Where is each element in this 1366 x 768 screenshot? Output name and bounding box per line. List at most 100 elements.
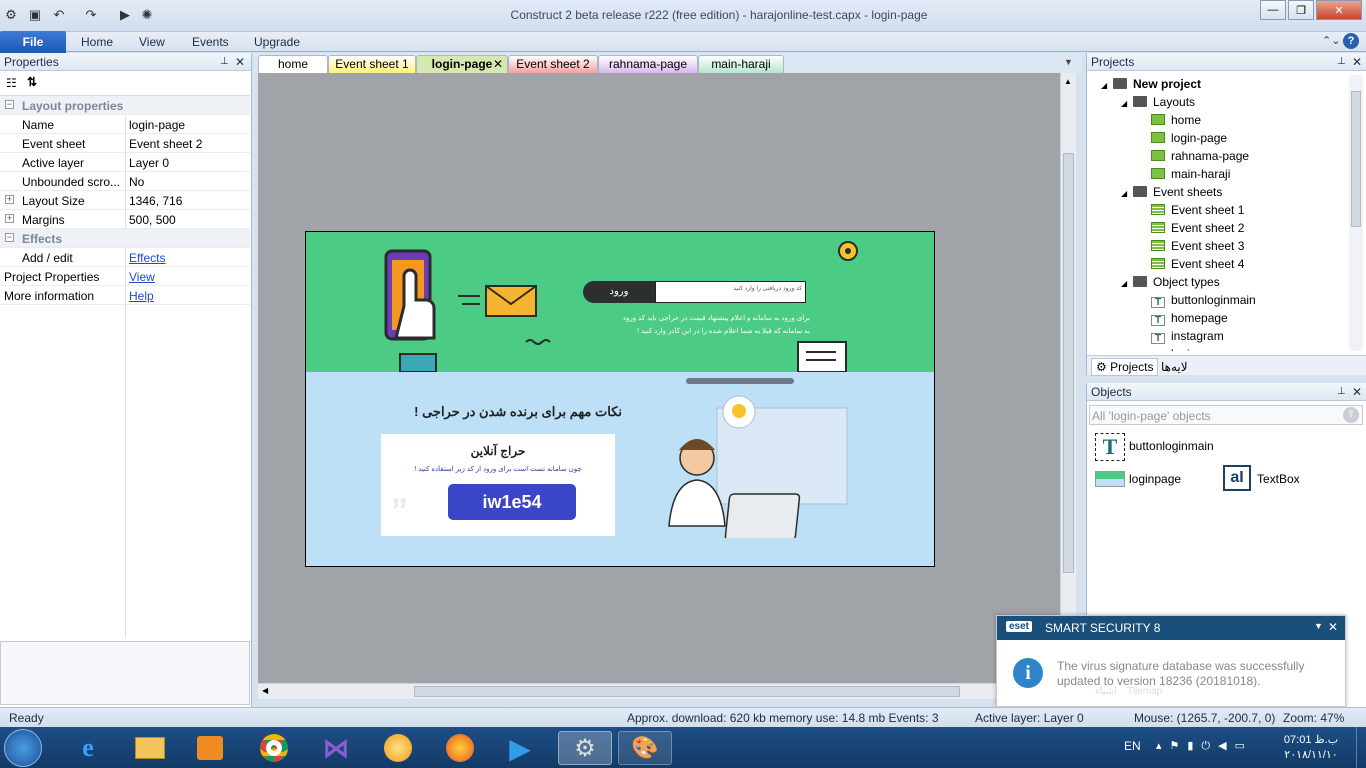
tree-item[interactable]: home (1101, 111, 1349, 129)
file-menu-button[interactable]: File (0, 31, 66, 53)
vertical-scroll-thumb[interactable] (1063, 153, 1074, 573)
maximize-button[interactable]: ❐ (1288, 0, 1314, 20)
ribbon-collapse-icon[interactable]: ⌃⌄ (1322, 34, 1340, 47)
tree-item[interactable]: Event sheet 3 (1101, 237, 1349, 255)
clock[interactable]: 07:01 ب.ظ ۲۰۱۸/۱۱/۱۰ (1276, 733, 1346, 763)
close-panel-icon[interactable]: ✕ (235, 53, 245, 71)
tree-folder[interactable]: ◢ Event sheets (1101, 183, 1349, 201)
tab-view[interactable]: View (139, 32, 165, 52)
expanded-arrow-icon[interactable]: ◢ (1121, 185, 1133, 203)
loginpage-sprite[interactable]: ورود کد ورود دریافتی را وارد کنید برای و… (306, 232, 934, 372)
tree-item[interactable]: Event sheet 4 (1101, 255, 1349, 273)
tab-event-sheet-1[interactable]: Event sheet 1 (328, 55, 416, 73)
object-loginpage[interactable]: loginpage (1129, 472, 1181, 486)
redo-icon[interactable]: ↷ (82, 6, 100, 24)
ie-icon[interactable]: e (66, 731, 110, 765)
property-row[interactable]: Add / edit Effects (0, 248, 250, 267)
expand-icon[interactable]: + (5, 214, 14, 223)
pin-icon[interactable]: ⊥ (1337, 53, 1346, 71)
property-row[interactable]: Unbounded scro... No (0, 172, 250, 191)
tray-icons[interactable]: ▴⚑▮⏻◀▭ (1156, 739, 1253, 753)
property-link[interactable]: Help (129, 289, 249, 303)
eset-notification[interactable]: eset SMART SECURITY 8 ▼ ✕ i The virus si… (996, 615, 1346, 707)
help-icon[interactable]: ? (1343, 33, 1359, 49)
sort-az-icon[interactable]: ⇅ (27, 75, 37, 89)
tree-item[interactable]: login-page (1101, 129, 1349, 147)
app-gear-icon[interactable]: ⚙ (2, 6, 20, 24)
expanded-arrow-icon[interactable]: ◢ (1121, 275, 1133, 293)
object-textbox[interactable]: TextBox (1257, 472, 1300, 486)
textbox-object-icon[interactable]: aI (1223, 465, 1251, 491)
tree-item[interactable]: Event sheet 1 (1101, 201, 1349, 219)
app-orange-icon[interactable] (376, 731, 420, 765)
tab-login-page[interactable]: login-page ✕ (416, 55, 508, 73)
tree-root[interactable]: ◢ New project (1101, 75, 1349, 93)
file-explorer-icon[interactable] (128, 731, 172, 765)
tree-item[interactable]: Event sheet 2 (1101, 219, 1349, 237)
tab-upgrade[interactable]: Upgrade (254, 32, 300, 52)
tab-rahnama-page[interactable]: rahnama-page (598, 55, 698, 73)
paint-taskbar-button[interactable]: 🎨 (618, 731, 672, 765)
property-row[interactable]: More information Help (0, 286, 250, 305)
collapse-icon[interactable]: − (5, 233, 14, 242)
property-category[interactable]: − Effects (0, 229, 250, 248)
projects-scrollbar[interactable] (1349, 75, 1363, 351)
projects-scroll-thumb[interactable] (1351, 91, 1361, 227)
horizontal-scrollbar[interactable]: ◀ ▶ (258, 683, 1076, 699)
tab-home[interactable]: home (258, 55, 328, 73)
tab-events[interactable]: Events (192, 32, 229, 52)
run-layout-icon[interactable]: ▶ (116, 6, 134, 24)
close-window-button[interactable]: ✕ (1316, 0, 1362, 20)
pin-icon[interactable]: ⊥ (220, 53, 229, 71)
expanded-arrow-icon[interactable]: ◢ (1121, 95, 1133, 113)
property-row[interactable]: Event sheet Event sheet 2 (0, 134, 250, 153)
close-panel-icon[interactable]: ✕ (1352, 53, 1362, 71)
vertical-scrollbar[interactable]: ▲ ▼ (1060, 73, 1076, 683)
categorized-icon[interactable]: ☷ (6, 76, 17, 90)
tab-main-haraji[interactable]: main-haraji (698, 55, 784, 73)
save-icon[interactable]: ▣ (26, 6, 44, 24)
tab-event-sheet-2[interactable]: Event sheet 2 (508, 55, 598, 73)
media-player-icon[interactable] (188, 731, 232, 765)
visual-studio-icon[interactable]: ⋈ (314, 731, 358, 765)
property-row[interactable]: Name login-page (0, 115, 250, 134)
debug-icon[interactable]: ✺ (138, 6, 156, 24)
homepage-sprite[interactable]: نکات مهم برای برنده شدن در حراجی ! حراج … (306, 372, 934, 566)
expanded-arrow-icon[interactable]: ◢ (1101, 77, 1113, 95)
property-row[interactable]: Project Properties View (0, 267, 250, 286)
sprite-object-icon[interactable] (1095, 471, 1125, 487)
chrome-icon[interactable] (252, 731, 296, 765)
login-button[interactable]: ورود (583, 281, 655, 303)
tab-projects[interactable]: ⚙ Projects (1091, 358, 1159, 376)
property-category[interactable]: − Layout properties (0, 96, 250, 115)
eset-menu-icon[interactable]: ▼ (1314, 621, 1323, 631)
firefox-icon[interactable] (438, 731, 482, 765)
scroll-left-icon[interactable]: ◀ (262, 686, 268, 695)
tab-layers[interactable]: لایه‌ها (1161, 360, 1188, 374)
tree-folder[interactable]: ◢ Layouts (1101, 93, 1349, 111)
layout-canvas[interactable]: ورود کد ورود دریافتی را وارد کنید برای و… (305, 231, 935, 567)
up-folder-icon[interactable]: ⇧ (1343, 407, 1359, 423)
scroll-up-icon[interactable]: ▲ (1064, 77, 1072, 86)
property-row[interactable]: Active layer Layer 0 (0, 153, 250, 172)
eset-close-icon[interactable]: ✕ (1328, 620, 1338, 634)
tree-item[interactable]: Thomepage (1101, 309, 1349, 327)
object-buttonloginmain[interactable]: buttonloginmain (1129, 439, 1214, 453)
pin-icon[interactable]: ⊥ (1337, 383, 1346, 401)
tree-item[interactable]: Tlogin (1101, 345, 1349, 351)
tab-home[interactable]: Home (81, 32, 113, 52)
construct2-taskbar-button[interactable]: ⚙ (558, 731, 612, 765)
undo-icon[interactable]: ↶ (50, 6, 68, 24)
start-button[interactable] (4, 729, 42, 767)
language-indicator[interactable]: EN (1124, 739, 1141, 753)
tree-item[interactable]: main-haraji (1101, 165, 1349, 183)
tree-item[interactable]: rahnama-page (1101, 147, 1349, 165)
login-code-textbox[interactable]: کد ورود دریافتی را وارد کنید (655, 281, 806, 303)
minimize-button[interactable]: — (1260, 0, 1286, 20)
objects-filter[interactable]: All 'login-page' objects (1089, 405, 1363, 425)
media-play-icon[interactable]: ▶ (498, 731, 542, 765)
close-tab-icon[interactable]: ✕ (493, 56, 503, 73)
tree-item[interactable]: Tinstagram (1101, 327, 1349, 345)
code-button[interactable]: iw1e54 (448, 484, 576, 520)
close-panel-icon[interactable]: ✕ (1352, 383, 1362, 401)
